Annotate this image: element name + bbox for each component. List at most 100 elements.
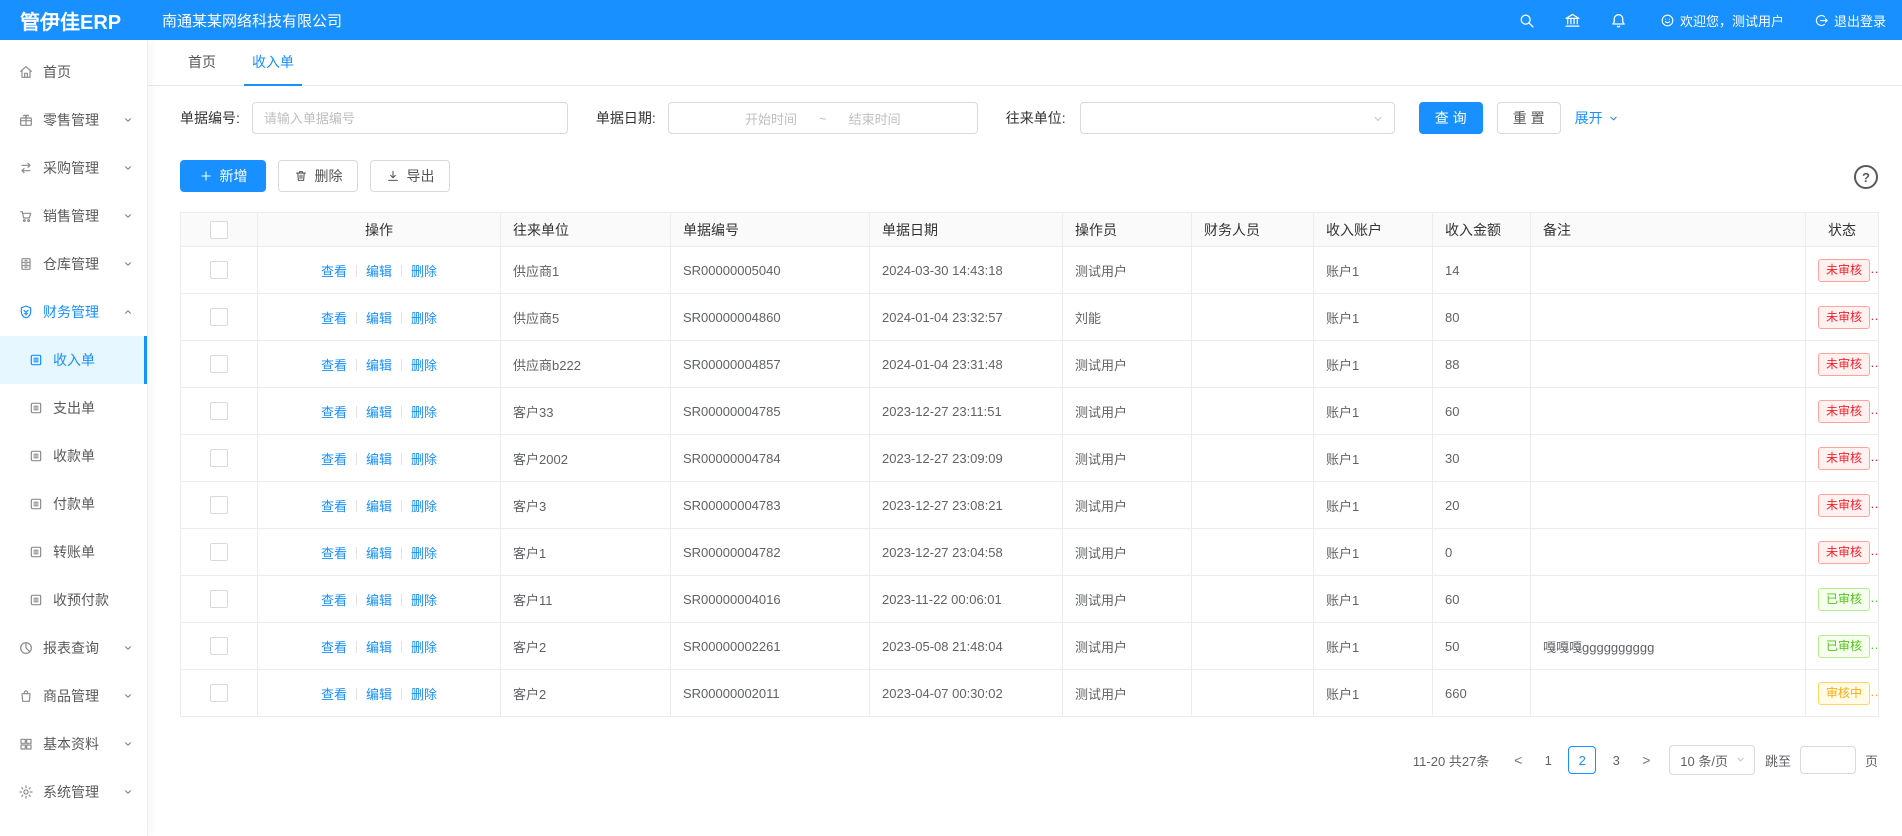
sidebar-item-reports[interactable]: 报表查询: [0, 624, 147, 672]
logout-button[interactable]: 退出登录: [1814, 11, 1886, 30]
export-button[interactable]: 导出: [370, 160, 450, 192]
add-button[interactable]: 新增: [180, 160, 266, 192]
table-row: 查看编辑删除客户33SR000000047852023-12-27 23:11:…: [181, 388, 1879, 435]
sidebar-item-payment-doc[interactable]: 付款单: [0, 480, 147, 528]
delete-link[interactable]: 删除: [411, 687, 437, 702]
sidebar-item-receipt-doc[interactable]: 收款单: [0, 432, 147, 480]
page-number-2[interactable]: 2: [1568, 746, 1596, 774]
status-badge: 未审核: [1818, 494, 1870, 517]
delete-link[interactable]: 删除: [411, 405, 437, 420]
view-link[interactable]: 查看: [321, 687, 347, 702]
report-icon: [18, 640, 34, 656]
chevron-down-icon: [122, 738, 134, 750]
row-checkbox[interactable]: [210, 355, 228, 373]
sidebar-menu: 首页零售管理采购管理销售管理仓库管理财务管理收入单支出单收款单付款单转账单收预付…: [0, 40, 148, 836]
delete-link[interactable]: 删除: [411, 499, 437, 514]
page-number-3[interactable]: 3: [1602, 746, 1630, 774]
sidebar-item-base-data[interactable]: 基本资料: [0, 720, 147, 768]
delete-button[interactable]: 删除: [278, 160, 358, 192]
chevron-down-icon: [122, 642, 134, 654]
table-row: 查看编辑删除客户2SR000000022612023-05-08 21:48:0…: [181, 623, 1879, 670]
search-button[interactable]: 查 询: [1419, 102, 1483, 134]
cell-actions: 查看 编辑 删除: [258, 388, 501, 435]
tab-home[interactable]: 首页: [180, 40, 224, 85]
delete-link[interactable]: 删除: [411, 264, 437, 279]
row-checkbox[interactable]: [210, 684, 228, 702]
delete-link[interactable]: 删除: [411, 640, 437, 655]
sidebar-item-transfer-doc[interactable]: 转账单: [0, 528, 147, 576]
cell-partner: 客户2002: [501, 435, 671, 482]
select-all-checkbox[interactable]: [210, 221, 228, 239]
sidebar-item-finance[interactable]: 财务管理: [0, 288, 147, 336]
welcome-user[interactable]: 欢迎您，测试用户: [1660, 11, 1784, 30]
row-checkbox[interactable]: [210, 637, 228, 655]
sidebar-item-retail[interactable]: 零售管理: [0, 96, 147, 144]
delete-link[interactable]: 删除: [411, 358, 437, 373]
page-number-1[interactable]: 1: [1534, 746, 1562, 774]
delete-link[interactable]: 删除: [411, 452, 437, 467]
view-link[interactable]: 查看: [321, 311, 347, 326]
row-checkbox[interactable]: [210, 402, 228, 420]
sidebar-item-income-doc[interactable]: 收入单: [0, 336, 147, 384]
delete-link[interactable]: 删除: [411, 593, 437, 608]
next-page-button[interactable]: >: [1633, 746, 1659, 774]
bank-icon[interactable]: [1550, 0, 1596, 40]
bell-icon[interactable]: [1596, 0, 1642, 40]
sidebar-item-advance-doc[interactable]: 收预付款: [0, 576, 147, 624]
edit-link[interactable]: 编辑: [366, 593, 392, 608]
cell-doc-no: SR00000004784: [671, 435, 870, 482]
edit-link[interactable]: 编辑: [366, 640, 392, 655]
view-link[interactable]: 查看: [321, 358, 347, 373]
sidebar-item-label: 支出单: [53, 398, 95, 418]
edit-link[interactable]: 编辑: [366, 687, 392, 702]
view-link[interactable]: 查看: [321, 593, 347, 608]
row-checkbox[interactable]: [210, 308, 228, 326]
row-checkbox[interactable]: [210, 496, 228, 514]
edit-link[interactable]: 编辑: [366, 311, 392, 326]
row-checkbox[interactable]: [210, 543, 228, 561]
reset-button[interactable]: 重 置: [1497, 102, 1561, 134]
view-link[interactable]: 查看: [321, 546, 347, 561]
sidebar-item-warehouse[interactable]: 仓库管理: [0, 240, 147, 288]
sidebar-item-goods[interactable]: 商品管理: [0, 672, 147, 720]
view-link[interactable]: 查看: [321, 264, 347, 279]
edit-link[interactable]: 编辑: [366, 264, 392, 279]
jump-page-input[interactable]: [1800, 746, 1856, 774]
sidebar-item-sales[interactable]: 销售管理: [0, 192, 147, 240]
row-checkbox[interactable]: [210, 449, 228, 467]
edit-link[interactable]: 编辑: [366, 499, 392, 514]
chevron-down-icon: [122, 258, 134, 270]
page-size-select[interactable]: 10 条/页: [1669, 745, 1755, 775]
company-name: 南通某某网络科技有限公司: [162, 10, 342, 31]
edit-link[interactable]: 编辑: [366, 452, 392, 467]
delete-link[interactable]: 删除: [411, 311, 437, 326]
view-link[interactable]: 查看: [321, 405, 347, 420]
sidebar-item-system[interactable]: 系统管理: [0, 768, 147, 816]
doc-no-input[interactable]: [252, 102, 568, 134]
view-link[interactable]: 查看: [321, 452, 347, 467]
view-link[interactable]: 查看: [321, 640, 347, 655]
sidebar-item-purchase[interactable]: 采购管理: [0, 144, 147, 192]
edit-link[interactable]: 编辑: [366, 546, 392, 561]
date-range-input[interactable]: 开始时间 ~ 结束时间: [668, 102, 978, 134]
cell-remark: [1531, 482, 1806, 529]
sidebar-item-expense-doc[interactable]: 支出单: [0, 384, 147, 432]
action-divider: [356, 688, 357, 700]
expand-link[interactable]: 展开: [1575, 108, 1620, 128]
tab-income-doc[interactable]: 收入单: [244, 40, 302, 85]
view-link[interactable]: 查看: [321, 499, 347, 514]
row-checkbox[interactable]: [210, 261, 228, 279]
sidebar-item-home[interactable]: 首页: [0, 48, 147, 96]
edit-link[interactable]: 编辑: [366, 358, 392, 373]
search-icon[interactable]: [1504, 0, 1550, 40]
delete-link[interactable]: 删除: [411, 546, 437, 561]
cell-partner: 客户33: [501, 388, 671, 435]
row-checkbox[interactable]: [210, 590, 228, 608]
cell-remark: [1531, 529, 1806, 576]
page-tabs: 首页收入单: [148, 40, 1902, 86]
edit-link[interactable]: 编辑: [366, 405, 392, 420]
table-row: 查看编辑删除客户11SR000000040162023-11-22 00:06:…: [181, 576, 1879, 623]
cell-finance-staff: [1192, 294, 1314, 341]
prev-page-button[interactable]: <: [1505, 746, 1531, 774]
partner-select[interactable]: [1080, 102, 1395, 134]
